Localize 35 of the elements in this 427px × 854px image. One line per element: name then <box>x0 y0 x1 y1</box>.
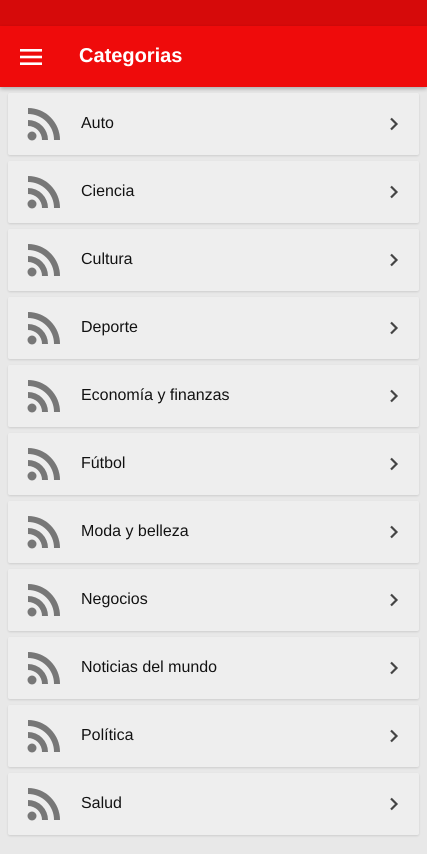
rss-icon <box>27 311 61 345</box>
chevron-right-icon <box>389 525 399 539</box>
chevron-right-icon <box>389 457 399 471</box>
chevron-right-icon <box>389 797 399 811</box>
category-item[interactable]: Política <box>8 705 419 767</box>
chevron-right-icon <box>389 593 399 607</box>
category-item[interactable]: Deporte <box>8 297 419 359</box>
rss-icon <box>27 787 61 821</box>
menu-icon[interactable] <box>20 48 42 66</box>
category-item[interactable]: Salud <box>8 773 419 835</box>
category-item[interactable]: Negocios <box>8 569 419 631</box>
category-item[interactable]: Moda y belleza <box>8 501 419 563</box>
rss-icon <box>27 515 61 549</box>
rss-icon <box>27 379 61 413</box>
rss-icon <box>27 651 61 685</box>
chevron-right-icon <box>389 321 399 335</box>
chevron-right-icon <box>389 389 399 403</box>
rss-icon <box>27 175 61 209</box>
rss-icon <box>27 243 61 277</box>
chevron-right-icon <box>389 185 399 199</box>
chevron-right-icon <box>389 729 399 743</box>
category-item[interactable]: Auto <box>8 93 419 155</box>
chevron-right-icon <box>389 661 399 675</box>
rss-icon <box>27 719 61 753</box>
chevron-right-icon <box>389 117 399 131</box>
rss-icon <box>27 107 61 141</box>
category-item[interactable]: Noticias del mundo <box>8 637 419 699</box>
screen-title: Categorias <box>79 45 182 68</box>
category-item[interactable]: Ciencia <box>8 161 419 223</box>
category-item[interactable]: Cultura <box>8 229 419 291</box>
rss-icon <box>27 447 61 481</box>
category-item[interactable]: Fútbol <box>8 433 419 495</box>
chevron-right-icon <box>389 253 399 267</box>
rss-icon <box>27 583 61 617</box>
category-item[interactable]: Economía y finanzas <box>8 365 419 427</box>
